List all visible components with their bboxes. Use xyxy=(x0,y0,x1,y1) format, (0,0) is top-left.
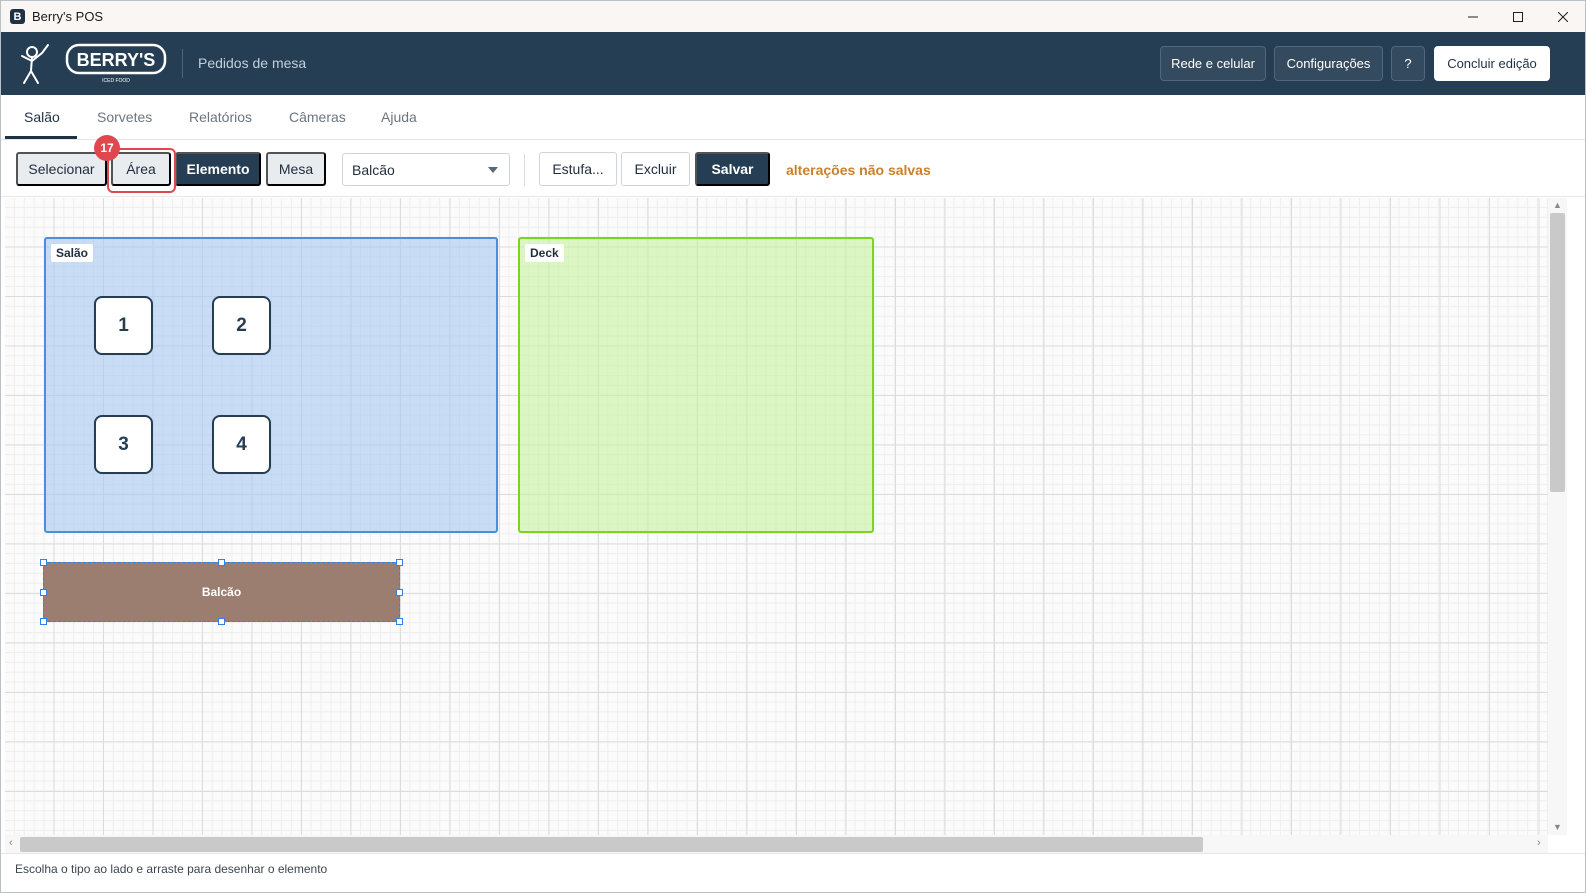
table-1[interactable]: 1 xyxy=(94,296,153,355)
tab-sorvetes[interactable]: Sorvetes xyxy=(97,109,152,125)
status-hint-text: Escolha o tipo ao lado e arraste para de… xyxy=(15,862,328,876)
network-button[interactable]: Rede e celular xyxy=(1160,46,1266,81)
window-title: Berry's POS xyxy=(32,9,104,24)
finish-editing-button[interactable]: Concluir edição xyxy=(1434,46,1550,81)
app-window: B Berry's POS BERRY'S ICED FOOD Pedidos … xyxy=(0,0,1586,893)
logo-text: BERRY'S xyxy=(77,50,156,70)
maximize-icon xyxy=(1512,11,1523,22)
resize-handle-nw[interactable] xyxy=(40,559,47,566)
floor-plan-canvas[interactable]: Salão 1 2 3 4 Deck Balcão xyxy=(5,198,1548,835)
vertical-scrollbar[interactable]: ▲ ▼ xyxy=(1548,198,1567,835)
minimize-button[interactable] xyxy=(1450,1,1495,32)
app-icon: B xyxy=(10,9,25,24)
scroll-left-icon[interactable]: ‹ xyxy=(9,837,13,849)
estufa-button[interactable]: Estufa... xyxy=(539,152,617,186)
tab-relatorios[interactable]: Relatórios xyxy=(189,109,252,125)
settings-button[interactable]: Configurações xyxy=(1274,46,1383,81)
scroll-down-icon[interactable]: ▼ xyxy=(1553,822,1562,832)
unsaved-changes-text: alterações não salvas xyxy=(786,162,931,178)
tab-cameras[interactable]: Câmeras xyxy=(289,109,346,125)
page-subtitle: Pedidos de mesa xyxy=(198,55,307,71)
logo-subtext: ICED FOOD xyxy=(102,78,130,84)
table-tool-button[interactable]: Mesa xyxy=(266,152,326,186)
scroll-right-icon[interactable]: › xyxy=(1537,837,1541,849)
main-tabs: Salão Sorvetes Relatórios Câmeras Ajuda xyxy=(1,95,1585,140)
table-4[interactable]: 4 xyxy=(212,415,271,474)
active-tab-indicator xyxy=(5,136,77,139)
close-button[interactable] xyxy=(1540,1,1585,32)
save-button[interactable]: Salvar xyxy=(695,152,770,186)
element-type-select[interactable]: Balcão xyxy=(342,153,510,186)
resize-handle-sw[interactable] xyxy=(40,618,47,625)
minimize-icon xyxy=(1467,16,1478,17)
status-bar: Escolha o tipo ao lado e arraste para de… xyxy=(1,853,1585,892)
header-divider xyxy=(182,49,183,78)
table-3[interactable]: 3 xyxy=(94,415,153,474)
maximize-button[interactable] xyxy=(1495,1,1540,32)
step-badge: 17 xyxy=(94,135,120,161)
vertical-scroll-thumb[interactable] xyxy=(1550,213,1565,492)
help-button[interactable]: ? xyxy=(1391,46,1425,81)
element-tool-button[interactable]: Elemento xyxy=(175,152,261,186)
resize-handle-se[interactable] xyxy=(396,618,403,625)
resize-handle-e[interactable] xyxy=(396,589,403,596)
element-balcao[interactable]: Balcão xyxy=(43,562,400,622)
toolbar-separator xyxy=(524,154,525,186)
tab-salao[interactable]: Salão xyxy=(24,109,60,125)
area-label-salao: Salão xyxy=(51,244,94,262)
close-icon xyxy=(1557,11,1568,22)
resize-handle-s[interactable] xyxy=(218,618,225,625)
horizontal-scroll-thumb[interactable] xyxy=(20,837,1203,852)
app-header: BERRY'S ICED FOOD Pedidos de mesa Rede e… xyxy=(1,32,1585,95)
resize-handle-n[interactable] xyxy=(218,559,225,566)
delete-button[interactable]: Excluir xyxy=(621,152,690,186)
resize-handle-w[interactable] xyxy=(40,589,47,596)
chevron-down-icon xyxy=(488,167,498,173)
resize-handle-ne[interactable] xyxy=(396,559,403,566)
mascot-icon xyxy=(21,44,49,84)
horizontal-scrollbar[interactable]: ‹ › xyxy=(5,835,1548,853)
tab-ajuda[interactable]: Ajuda xyxy=(381,109,417,125)
scroll-up-icon[interactable]: ▲ xyxy=(1553,200,1562,210)
area-salao[interactable]: Salão 1 2 3 4 xyxy=(44,237,498,533)
table-2[interactable]: 2 xyxy=(212,296,271,355)
area-label-deck: Deck xyxy=(525,244,564,262)
title-bar: B Berry's POS xyxy=(1,1,1585,32)
element-type-value: Balcão xyxy=(352,161,395,178)
berrys-logo: BERRY'S ICED FOOD xyxy=(21,43,167,84)
select-tool-button[interactable]: Selecionar xyxy=(16,152,107,186)
area-deck[interactable]: Deck xyxy=(518,237,874,533)
window-controls xyxy=(1450,1,1585,32)
